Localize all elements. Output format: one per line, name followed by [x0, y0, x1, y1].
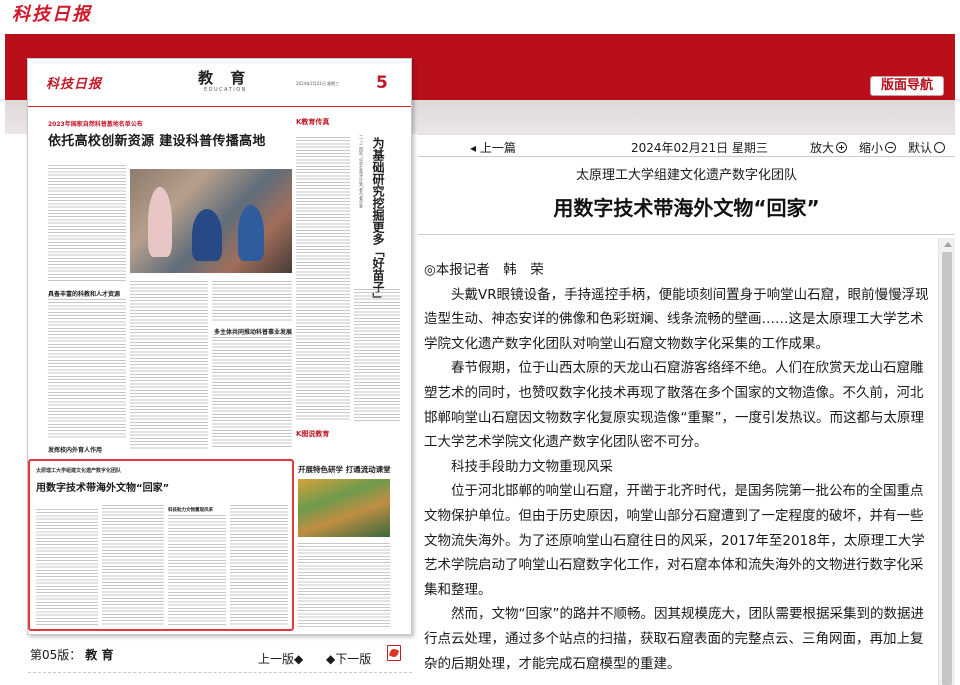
lead-text-column [48, 299, 126, 439]
right-text-column [354, 289, 400, 421]
column-tag: K图说教育 [296, 430, 330, 438]
lead-photo[interactable] [130, 169, 292, 273]
article-date: 2024年02月21日 星期三 [631, 141, 768, 155]
zoom-out-label: 缩小 [859, 141, 884, 155]
circle-icon [934, 142, 946, 153]
newspaper-page-number: 5 [376, 73, 388, 93]
lead-text-column [130, 281, 208, 449]
article-scrollbar[interactable] [938, 238, 955, 685]
lead-kicker[interactable]: 2023年国家自然科普基地名单公布 [48, 119, 143, 128]
top-strip: 科技日报 [0, 0, 960, 34]
article-body: ◎本报记者 韩 荣 头戴VR眼镜设备，手持遥控手柄，便能顷刻间置身于响堂山石窟，… [424, 258, 930, 685]
lead-text-column [212, 337, 292, 449]
prev-page-label: 上一版 [258, 652, 295, 666]
page-navigation-button[interactable]: 版面导航 [870, 76, 944, 96]
pdf-download-icon[interactable] [387, 645, 401, 661]
article-subtitle: 太原理工大学组建文化遗产数字化团队 [575, 168, 797, 183]
prev-article-label: 上一篇 [479, 141, 516, 155]
article-paragraph: 然而，文物“回家”的路并不顺畅。因其规模庞大，团队需要根据采集到的数据进行点云处… [424, 606, 924, 672]
site-logo[interactable]: 科技日报 [12, 0, 92, 26]
lead-headline[interactable]: 依托高校创新资源 建设科普传播高地 [48, 130, 266, 149]
prev-article-link[interactable]: ◂ 上一篇 [470, 139, 516, 156]
newspaper-section-title: 教 育 [198, 69, 252, 87]
article-subheading: 科技手段助力文物重现风采 [451, 458, 613, 475]
article-panel: ◂ 上一篇 2024年02月21日 星期三 放大 缩小 默认 太原理工大学组建文… [418, 134, 955, 685]
next-page-link[interactable]: ◆下一版 [326, 650, 371, 667]
article-paragraph: 位于河北邯郸的响堂山石窟，开凿于北齐时代，是国务院第一批公布的全国重点文物保护单… [424, 483, 925, 598]
page-label: 第05版： [30, 648, 82, 662]
article-byline: ◎本报记者 韩 荣 [424, 262, 544, 278]
zoom-in-button[interactable]: 放大 [810, 139, 848, 156]
right-text-column [296, 137, 350, 421]
scroll-up-arrow-icon[interactable] [944, 242, 952, 247]
lead-subheading: 具备丰富的科教和人才资源 [48, 291, 121, 298]
article-title: 用数字技术带海外文物“回家” [553, 196, 820, 220]
photo-figure [238, 205, 264, 261]
lead-text-column [212, 281, 292, 321]
article-toolbar: ◂ 上一篇 2024年02月21日 星期三 放大 缩小 默认 [418, 134, 955, 156]
photo-story-headline[interactable]: 开展特色研学 打通流动课堂 [298, 464, 391, 475]
zoom-in-label: 放大 [810, 141, 835, 155]
newspaper-page-thumbnail[interactable]: 科技日报 教 育 EDUCATION 2024年2月21日 星期三 5 2023… [27, 58, 412, 635]
next-page-label: 下一版 [335, 652, 372, 666]
page-info: 第05版：教 育 [30, 646, 113, 663]
arrow-right-icon: ◆ [326, 652, 336, 666]
divider [418, 156, 955, 157]
newspaper-header: 科技日报 教 育 EDUCATION 2024年2月21日 星期三 5 [28, 59, 411, 107]
zoom-reset-label: 默认 [908, 141, 933, 155]
divider [418, 234, 955, 235]
zoom-reset-button[interactable]: 默认 [908, 139, 946, 156]
vertical-kicker: 二○二四年“中学生英才计划”参与者分享 [359, 135, 364, 209]
lead-text-column [48, 165, 126, 283]
selected-article-highlight[interactable] [28, 459, 294, 631]
vertical-headline[interactable]: 为基础研究挖掘更多「好苗子」 [368, 137, 385, 305]
newspaper-dateline: 2024年2月21日 星期三 [296, 81, 340, 86]
scroll-thumb[interactable] [942, 252, 952, 685]
page-name: 教 育 [85, 648, 114, 662]
prev-page-link[interactable]: 上一版◆ [258, 650, 303, 667]
lead-subheading: 多主体共同推动科普事业发展 [214, 329, 293, 336]
divider [28, 672, 412, 673]
article-paragraph: 头戴VR眼镜设备，手持遥控手柄，便能顷刻间置身于响堂山石窟，眼前慢慢浮现造型生动… [424, 286, 929, 352]
minus-circle-icon [885, 142, 897, 153]
arrow-left-icon: ◆ [294, 652, 304, 666]
plus-circle-icon [836, 142, 848, 153]
photo-story-text [298, 543, 390, 627]
photo-figure [192, 209, 222, 261]
photo-figure [148, 187, 172, 257]
zoom-out-button[interactable]: 缩小 [859, 139, 897, 156]
newspaper-section-english: EDUCATION [204, 87, 247, 93]
column-tag: K教育传真 [296, 118, 330, 126]
newspaper-masthead: 科技日报 [46, 77, 103, 92]
triangle-left-icon: ◂ [470, 141, 480, 155]
article-paragraph: 春节假期，位于山西太原的天龙山石窟游客络绎不绝。人们在欣赏天龙山石窟雕塑艺术的同… [424, 360, 924, 451]
lead-subheading: 发挥校内外育人作用 [48, 447, 103, 454]
photo-story-image[interactable] [298, 479, 390, 537]
